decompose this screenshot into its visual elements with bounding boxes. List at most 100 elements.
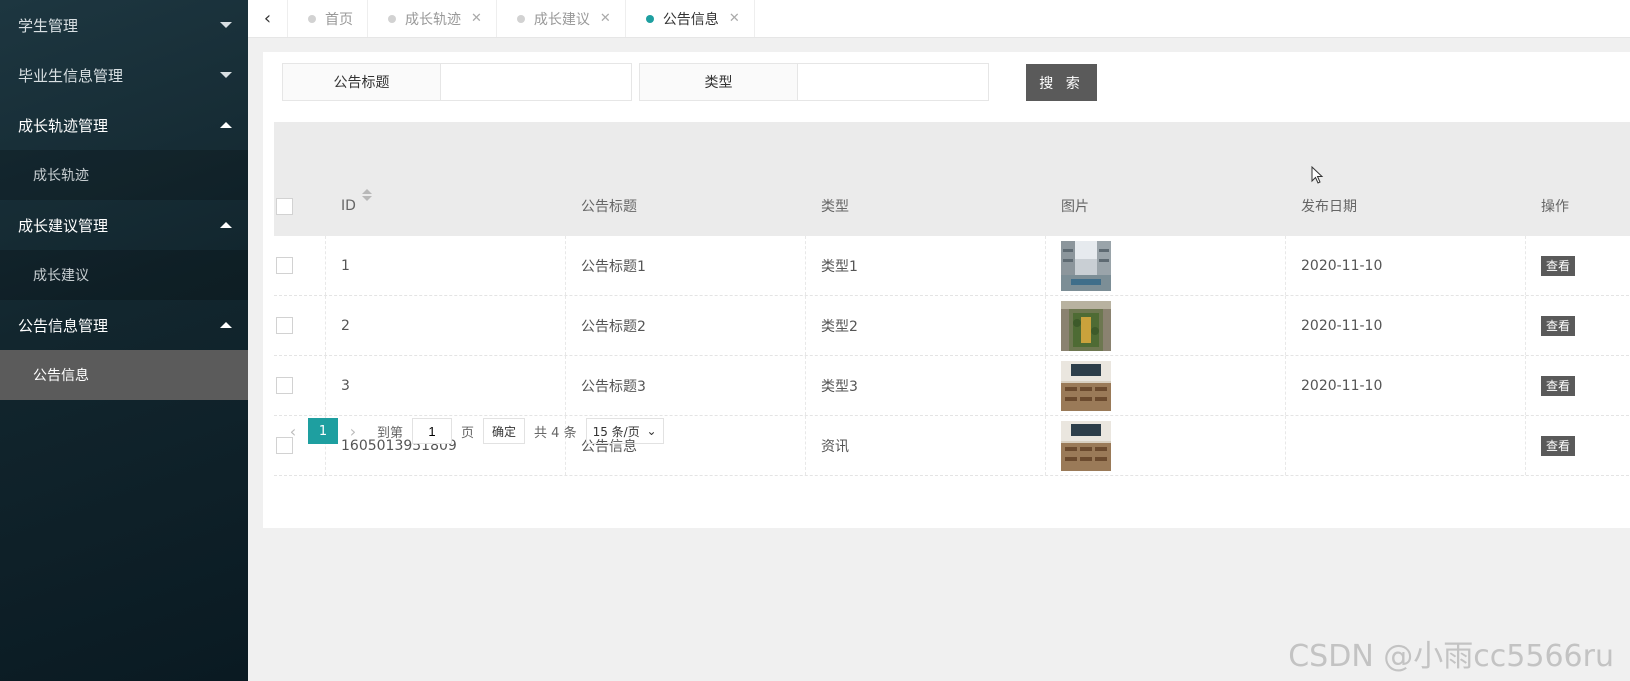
dot-icon — [308, 14, 316, 23]
garden-courtyard-photo[interactable] — [1061, 300, 1111, 351]
tab-bar: ‹ 首页 成长轨迹 ✕ 成长建议 ✕ 公告信息 ✕ — [248, 0, 1630, 38]
classroom-photo[interactable] — [1061, 420, 1111, 471]
chevron-down-icon: ⌄ — [646, 424, 657, 438]
page-size-select[interactable]: 15 条/页 ⌄ — [585, 418, 664, 444]
cell-action: 查看 — [1526, 416, 1630, 475]
cell-action: 查看 — [1526, 236, 1630, 295]
close-icon[interactable]: ✕ — [600, 11, 611, 26]
cell-image — [1046, 236, 1286, 295]
search-button[interactable]: 搜 索 — [1026, 64, 1097, 101]
cell-type: 类型3 — [806, 356, 1046, 415]
chevron-up-icon — [220, 322, 232, 328]
submenu-announcement[interactable]: 公告信息 — [0, 350, 248, 400]
header-title: 公告标题 — [581, 199, 637, 215]
view-button[interactable]: 查看 — [1541, 255, 1576, 276]
cell-image — [1046, 296, 1286, 355]
cell-date: 2020-11-10 — [1286, 296, 1526, 355]
chevron-down-icon — [220, 22, 232, 28]
cell-id: 1 — [326, 236, 566, 295]
back-arrow-icon[interactable]: ‹ — [248, 0, 288, 37]
submenu-label: 成长建议 — [33, 268, 89, 284]
goto-label: 到第 — [377, 425, 404, 441]
submenu-growth-track[interactable]: 成长轨迹 — [0, 150, 248, 200]
goto-page-input[interactable] — [412, 418, 453, 444]
header-id[interactable]: ID — [326, 176, 566, 236]
cell-id: 3 — [326, 356, 566, 415]
menu-label: 学生管理 — [18, 16, 79, 35]
title-search-input[interactable] — [441, 64, 631, 100]
page-unit-label: 页 — [461, 425, 475, 441]
close-icon[interactable]: ✕ — [729, 11, 740, 26]
building-atrium-photo[interactable] — [1061, 240, 1111, 291]
pagination: ‹ 1 › 到第 页 确定 共 4 条 15 条/页 ⌄ — [278, 416, 664, 446]
tab-label: 首页 — [325, 11, 353, 28]
close-icon[interactable]: ✕ — [471, 11, 482, 26]
submenu-growth-advice[interactable]: 成长建议 — [0, 250, 248, 300]
chevron-down-icon — [220, 72, 232, 78]
cell-title: 公告标题1 — [566, 236, 806, 295]
title-search-field: 公告标题 — [282, 63, 632, 101]
type-search-field: 类型 — [639, 63, 989, 101]
content-card: 公告标题 类型 搜 索 ID 公告标题 类型 图片 发布日期 操作 1 公告标题… — [263, 52, 1630, 528]
classroom-photo[interactable] — [1061, 360, 1111, 411]
cell-date: 2020-11-10 — [1286, 236, 1526, 295]
total-count: 共 4 条 — [534, 425, 577, 441]
menu-label: 公告信息管理 — [18, 316, 109, 335]
cell-type: 类型2 — [806, 296, 1046, 355]
view-button[interactable]: 查看 — [1541, 315, 1576, 336]
tab-growth-advice[interactable]: 成长建议 ✕ — [497, 0, 626, 37]
menu-graduate-info-management[interactable]: 毕业生信息管理 — [0, 50, 248, 100]
cell-date: 2020-11-10 — [1286, 356, 1526, 415]
chevron-up-icon — [220, 122, 232, 128]
chevron-up-icon — [220, 222, 232, 228]
table-row: 1 公告标题1 类型1 2020-11-10 查看 — [274, 236, 1630, 296]
submenu-label: 公告信息 — [33, 368, 89, 384]
row-checkbox[interactable] — [276, 257, 293, 274]
header-select-cell — [274, 176, 326, 236]
row-select-cell — [274, 236, 326, 295]
watermark: CSDN @小雨cc5566ru — [1288, 639, 1614, 674]
table-row: 3 公告标题3 类型3 2020-11-10 查看 — [274, 356, 1630, 416]
header-type: 类型 — [821, 199, 849, 215]
menu-growth-advice-management[interactable]: 成长建议管理 — [0, 200, 248, 250]
tab-label: 公告信息 — [662, 11, 719, 28]
cell-date — [1286, 416, 1526, 475]
view-button[interactable]: 查看 — [1541, 375, 1576, 396]
cell-action: 查看 — [1526, 356, 1630, 415]
cell-type: 资讯 — [806, 416, 1046, 475]
sort-icon[interactable] — [361, 189, 372, 201]
mouse-cursor-icon — [1311, 166, 1324, 184]
type-search-label: 类型 — [640, 64, 798, 100]
row-checkbox[interactable] — [276, 377, 293, 394]
row-checkbox[interactable] — [276, 317, 293, 334]
tab-home[interactable]: 首页 — [288, 0, 368, 37]
select-all-checkbox[interactable] — [276, 197, 293, 215]
prev-page-icon[interactable]: ‹ — [278, 422, 308, 441]
menu-label: 成长建议管理 — [18, 216, 109, 235]
page-current[interactable]: 1 — [308, 418, 338, 444]
goto-confirm-button[interactable]: 确定 — [483, 418, 526, 444]
row-select-cell — [274, 296, 326, 355]
menu-announcement-management[interactable]: 公告信息管理 — [0, 300, 248, 350]
sidebar: 学生管理 毕业生信息管理 成长轨迹管理 成长轨迹 成长建议管理 成长建议 公告信… — [0, 0, 248, 681]
header-id-label: ID — [341, 198, 356, 214]
tab-announcement[interactable]: 公告信息 ✕ — [626, 0, 755, 37]
page-size-value: 15 条/页 — [592, 424, 640, 439]
header-image: 图片 — [1061, 199, 1089, 215]
next-page-icon[interactable]: › — [338, 422, 368, 441]
tab-growth-track[interactable]: 成长轨迹 ✕ — [368, 0, 497, 37]
view-button[interactable]: 查看 — [1541, 435, 1576, 456]
cell-id: 2 — [326, 296, 566, 355]
cell-title: 公告标题3 — [566, 356, 806, 415]
menu-student-management[interactable]: 学生管理 — [0, 0, 248, 50]
dot-icon — [645, 14, 654, 23]
type-search-input[interactable] — [798, 64, 988, 100]
dot-icon — [388, 14, 396, 23]
cell-type: 类型1 — [806, 236, 1046, 295]
tab-label: 成长建议 — [533, 11, 590, 28]
menu-growth-track-management[interactable]: 成长轨迹管理 — [0, 100, 248, 150]
submenu-label: 成长轨迹 — [33, 168, 89, 184]
dot-icon — [516, 14, 525, 23]
menu-label: 毕业生信息管理 — [18, 66, 124, 85]
title-search-label: 公告标题 — [283, 64, 441, 100]
